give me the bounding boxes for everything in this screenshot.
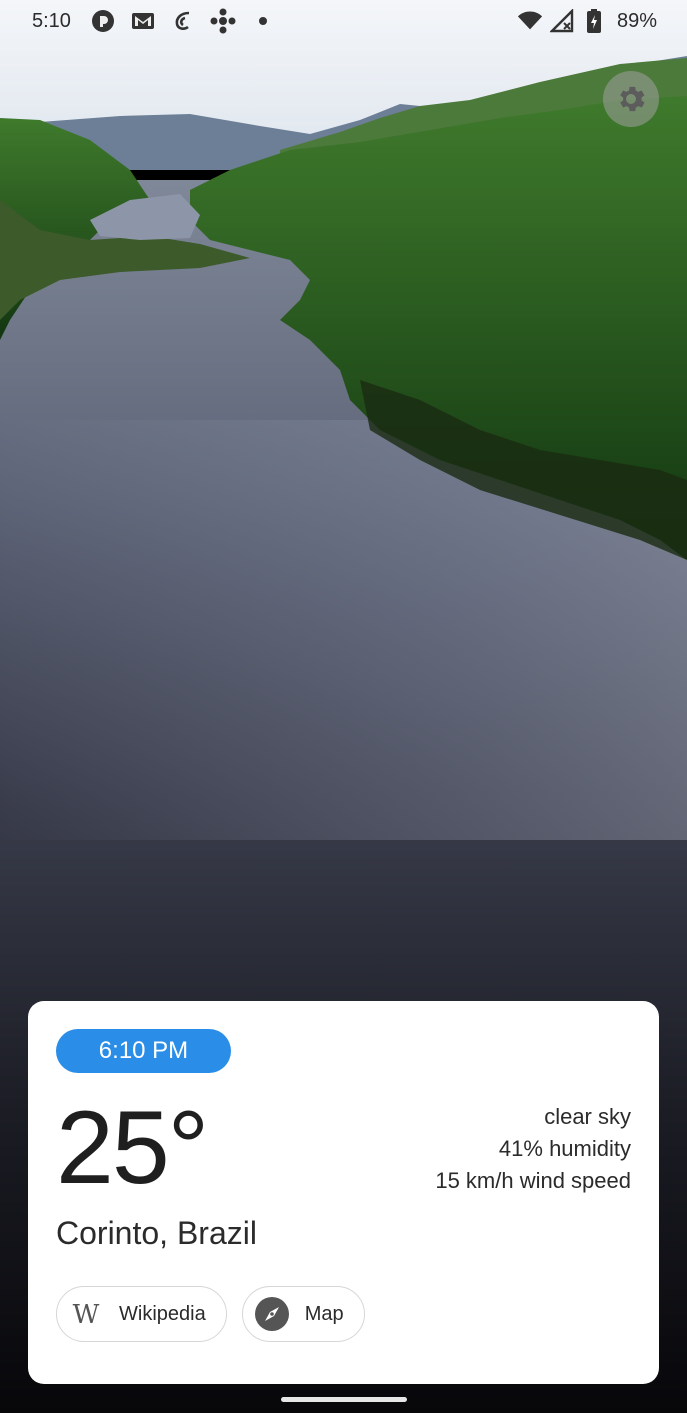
map-label: Map xyxy=(304,1302,344,1325)
compass-icon xyxy=(253,1295,291,1333)
svg-text:W: W xyxy=(73,1301,100,1327)
battery-percent: 89% xyxy=(616,9,657,32)
wifi-icon xyxy=(517,8,543,34)
wind-speed: 15 km/h wind speed xyxy=(435,1168,631,1193)
notification-dot-icon xyxy=(250,8,276,34)
condition: clear sky xyxy=(544,1104,631,1129)
humidity: 41% humidity xyxy=(498,1136,631,1161)
wikipedia-button[interactable]: W Wikipedia xyxy=(56,1286,227,1342)
cbc-icon xyxy=(210,8,236,34)
weather-details: clear sky 41% humidity 15 km/h wind spee… xyxy=(435,1101,631,1197)
local-time-badge: 6:10 PM xyxy=(56,1029,231,1073)
settings-button[interactable] xyxy=(603,71,659,127)
gesture-navigation-bar[interactable] xyxy=(281,1397,407,1402)
notification-icons xyxy=(90,8,276,34)
signal-icon xyxy=(549,8,575,34)
local-time: 6:10 PM xyxy=(98,1037,189,1064)
system-icons: 89% xyxy=(517,8,657,34)
map-button[interactable]: Map xyxy=(241,1286,365,1342)
weather-card: 6:10 PM 25° clear sky 41% humidity 15 km… xyxy=(28,1001,659,1384)
location-name: Corinto, Brazil xyxy=(56,1215,257,1251)
pocketcasts-icon xyxy=(90,8,116,34)
wikipedia-icon: W xyxy=(67,1295,105,1333)
link-chips: W Wikipedia Map xyxy=(56,1286,365,1342)
battery-icon xyxy=(581,8,607,34)
temperature: 25° xyxy=(56,1090,209,1206)
status-bar: 5:10 89% xyxy=(0,0,687,44)
podcast-icon xyxy=(170,8,196,34)
gmail-icon xyxy=(130,8,156,34)
status-time: 5:10 xyxy=(32,10,71,32)
wikipedia-label: Wikipedia xyxy=(119,1302,206,1325)
gear-icon xyxy=(620,86,645,112)
